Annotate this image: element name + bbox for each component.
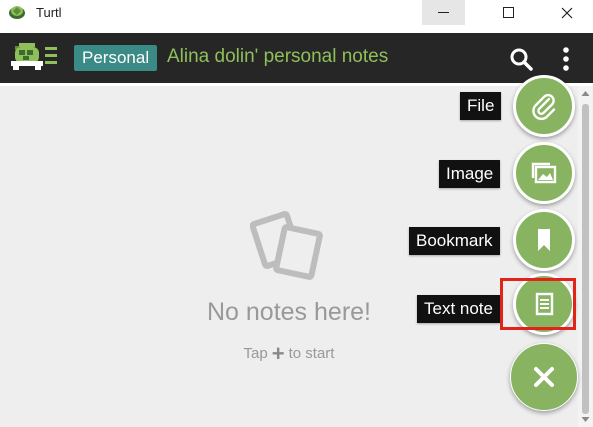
maximize-button[interactable] xyxy=(487,0,530,25)
document-icon xyxy=(535,292,554,316)
maximize-icon xyxy=(503,7,514,18)
minimize-button[interactable] xyxy=(422,0,465,25)
empty-state-hint: Tap + to start xyxy=(0,341,578,367)
empty-notes-icon xyxy=(250,211,323,280)
close-button[interactable] xyxy=(545,0,588,25)
paperclip-icon xyxy=(532,93,556,121)
window-titlebar: Turtl xyxy=(0,0,593,25)
close-fab-button[interactable] xyxy=(510,343,578,411)
bookmark-icon xyxy=(538,229,550,251)
scroll-down-icon[interactable] xyxy=(581,416,590,423)
more-vertical-icon[interactable] xyxy=(560,45,572,73)
fab-label-bookmark[interactable]: Bookmark xyxy=(409,227,500,255)
space-badge[interactable]: Personal xyxy=(74,45,158,71)
scroll-up-icon[interactable] xyxy=(581,90,590,97)
add-file-button[interactable] xyxy=(513,75,575,137)
plus-icon: + xyxy=(271,341,285,366)
fab-label-text-note[interactable]: Text note xyxy=(417,295,500,323)
app-header: Personal Alina dolin' personal notes xyxy=(0,33,593,83)
hint-prefix: Tap xyxy=(243,345,268,362)
close-x-icon xyxy=(534,367,554,387)
minimize-icon xyxy=(438,11,449,13)
scrollbar-thumb[interactable] xyxy=(582,104,589,414)
add-text-note-button[interactable] xyxy=(513,273,575,335)
turtl-app-icon xyxy=(9,6,25,19)
fab-label-file[interactable]: File xyxy=(460,92,502,120)
window-title: Turtl xyxy=(36,5,62,20)
image-icon xyxy=(531,162,557,184)
close-icon xyxy=(561,7,572,18)
board-title: Alina dolin' personal notes xyxy=(167,46,389,67)
add-bookmark-button[interactable] xyxy=(513,209,575,271)
add-image-button[interactable] xyxy=(513,142,575,204)
scrollbar[interactable] xyxy=(578,86,593,427)
hint-suffix: to start xyxy=(288,345,335,362)
turtl-logo-menu-icon[interactable] xyxy=(9,41,59,75)
search-icon[interactable] xyxy=(509,47,533,71)
fab-label-image[interactable]: Image xyxy=(439,160,501,188)
